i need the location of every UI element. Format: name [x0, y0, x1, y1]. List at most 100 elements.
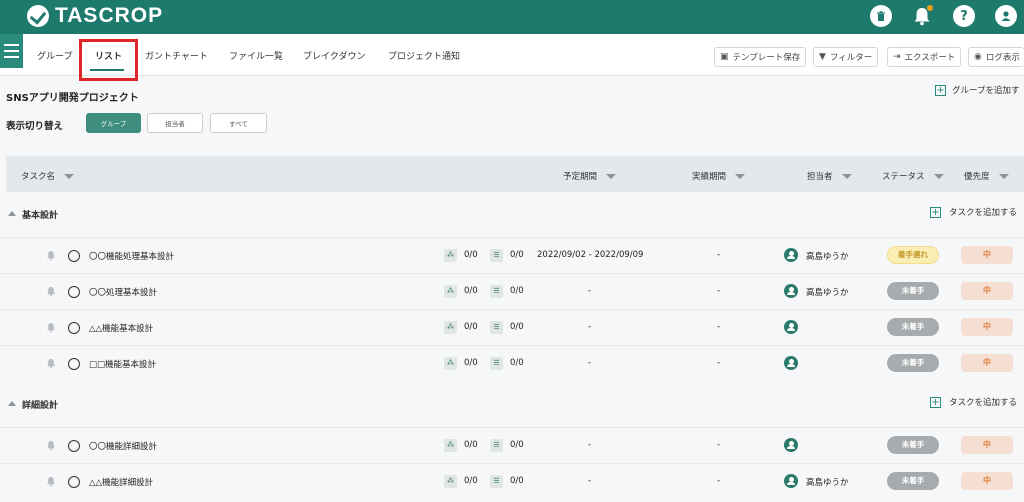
export-button[interactable]: ⇥ エクスポート [887, 47, 962, 67]
tab-gantt[interactable]: ガントチャート [145, 49, 208, 62]
view-toggle-all[interactable]: すべて [210, 113, 267, 133]
sort-caret-icon [998, 173, 1009, 179]
column-planned-period[interactable]: 予定期間 [563, 170, 617, 182]
column-status[interactable]: ステータス [882, 170, 944, 182]
complete-checkbox[interactable] [68, 440, 80, 452]
priority-badge[interactable]: 中 [961, 318, 1013, 336]
task-name[interactable]: △△機能基本設計 [89, 322, 153, 334]
view-toggle-assignee[interactable]: 担当者 [147, 113, 203, 133]
tab-breakdown[interactable]: ブレイクダウン [303, 49, 365, 62]
app-logo[interactable]: TASCROP [27, 4, 163, 28]
table-row[interactable]: △△機能詳細設計 ⁂ 0/0 ☰ 0/0 - - 高島ゆうか 未着手 中 [0, 463, 1024, 499]
status-badge[interactable]: 未着手 [887, 436, 939, 454]
column-assignee[interactable]: 担当者 [807, 170, 852, 182]
filter-label: フィルター [829, 53, 873, 63]
status-badge[interactable]: 未着手 [887, 472, 939, 490]
user-icon[interactable] [995, 5, 1017, 27]
add-task-button[interactable]: + タスクを追加する [930, 396, 1017, 408]
view-toggle-group[interactable]: グループ [86, 113, 141, 133]
notification-bell-icon[interactable] [46, 358, 56, 369]
column-actual-period[interactable]: 実績期間 [692, 170, 746, 182]
column-priority-label: 優先度 [964, 172, 990, 182]
status-badge[interactable]: 未着手 [887, 318, 939, 336]
priority-badge[interactable]: 中 [961, 282, 1013, 300]
menu-icon[interactable] [0, 34, 23, 68]
column-task-name[interactable]: タスク名 [21, 170, 75, 182]
add-group-button[interactable]: + グループを追加す [935, 84, 1020, 96]
collapse-caret-icon[interactable] [8, 401, 16, 406]
priority-badge[interactable]: 中 [961, 354, 1013, 372]
priority-badge[interactable]: 中 [961, 246, 1013, 264]
avatar[interactable] [784, 284, 798, 298]
checklist-count: 0/0 [510, 322, 524, 332]
avatar[interactable] [784, 474, 798, 488]
collapse-caret-icon[interactable] [8, 211, 16, 216]
highlight-box [79, 39, 138, 81]
avatar[interactable] [784, 438, 798, 452]
priority-badge[interactable]: 中 [961, 472, 1013, 490]
checklist-count: 0/0 [510, 440, 524, 450]
checklist-icon: ☰ [490, 285, 503, 298]
column-planned-label: 予定期間 [563, 172, 598, 182]
column-task-name-label: タスク名 [21, 172, 56, 182]
planned-period[interactable]: - [588, 476, 591, 486]
table-row[interactable]: 〇〇機能詳細設計 ⁂ 0/0 ☰ 0/0 - - 未着手 中 [0, 427, 1024, 463]
template-icon: ▣ [720, 52, 729, 62]
avatar[interactable] [784, 356, 798, 370]
trash-icon[interactable] [870, 5, 892, 27]
notification-bell-icon[interactable] [46, 476, 56, 487]
complete-checkbox[interactable] [68, 358, 80, 370]
notification-bell-icon[interactable] [46, 250, 56, 261]
table-row[interactable]: □□機能基本設計 ⁂ 0/0 ☰ 0/0 - - 未着手 中 [0, 345, 1024, 381]
log-icon: ◉ [974, 52, 982, 62]
tab-files[interactable]: ファイル一覧 [229, 49, 283, 62]
complete-checkbox[interactable] [68, 250, 80, 262]
template-save-button[interactable]: ▣ テンプレート保存 [714, 47, 807, 67]
group-row[interactable]: 詳細設計 + タスクを追加する [0, 386, 1024, 422]
planned-period[interactable]: - [588, 358, 591, 368]
task-name[interactable]: 〇〇機能処理基本設計 [89, 250, 174, 262]
complete-checkbox[interactable] [68, 286, 80, 298]
notification-bell-icon[interactable] [46, 440, 56, 451]
planned-period[interactable]: - [588, 440, 591, 450]
status-badge[interactable]: 未着手 [887, 282, 939, 300]
table-header: タスク名 予定期間 実績期間 担当者 ステータス 優先度 [6, 156, 1024, 192]
column-priority[interactable]: 優先度 [964, 170, 1009, 182]
group-name: 詳細設計 [22, 401, 59, 411]
task-name[interactable]: 〇〇機能詳細設計 [89, 440, 157, 452]
tab-group[interactable]: グループ [37, 49, 72, 62]
table-row[interactable]: 〇〇機能処理基本設計 ⁂ 0/0 ☰ 0/0 2022/09/02 - 2022/09/0… [0, 237, 1024, 273]
app-name: TASCROP [55, 4, 164, 27]
add-task-button[interactable]: + タスクを追加する [930, 206, 1017, 218]
subtask-count: 0/0 [464, 440, 478, 450]
filter-button[interactable]: ▼ フィルター [813, 47, 879, 67]
planned-period[interactable]: 2022/09/02 - 2022/09/09 [537, 250, 643, 260]
table-row[interactable]: 〇〇処理基本設計 ⁂ 0/0 ☰ 0/0 - - 高島ゆうか 未着手 中 [0, 273, 1024, 309]
task-name[interactable]: △△機能詳細設計 [89, 476, 153, 488]
plus-icon: + [935, 84, 946, 96]
notification-bell-icon[interactable] [46, 322, 56, 333]
avatar[interactable] [784, 248, 798, 262]
log-display-button[interactable]: ◉ ログ表示 [968, 47, 1024, 67]
planned-period[interactable]: - [588, 322, 591, 332]
status-badge[interactable]: 未着手 [887, 354, 939, 372]
subtask-count: 0/0 [464, 358, 478, 368]
notification-dot [927, 5, 933, 11]
help-icon[interactable]: ? [953, 5, 975, 27]
group-row[interactable]: 基本設計 + タスクを追加する [0, 196, 1024, 232]
status-badge[interactable]: 着手遅れ [887, 246, 939, 264]
subtask-count: 0/0 [464, 250, 478, 260]
task-name[interactable]: 〇〇処理基本設計 [89, 286, 157, 298]
notification-bell-icon[interactable] [46, 286, 56, 297]
priority-badge[interactable]: 中 [961, 436, 1013, 454]
task-name[interactable]: □□機能基本設計 [89, 358, 156, 370]
bell-icon[interactable] [911, 5, 933, 27]
tab-project-notice[interactable]: プロジェクト通知 [388, 49, 460, 62]
avatar[interactable] [784, 320, 798, 334]
planned-period[interactable]: - [588, 286, 591, 296]
complete-checkbox[interactable] [68, 476, 80, 488]
table-row[interactable]: △△機能基本設計 ⁂ 0/0 ☰ 0/0 - - 未着手 中 [0, 309, 1024, 345]
checklist-icon: ☰ [490, 357, 503, 370]
filter-icon: ▼ [819, 52, 826, 62]
complete-checkbox[interactable] [68, 322, 80, 334]
